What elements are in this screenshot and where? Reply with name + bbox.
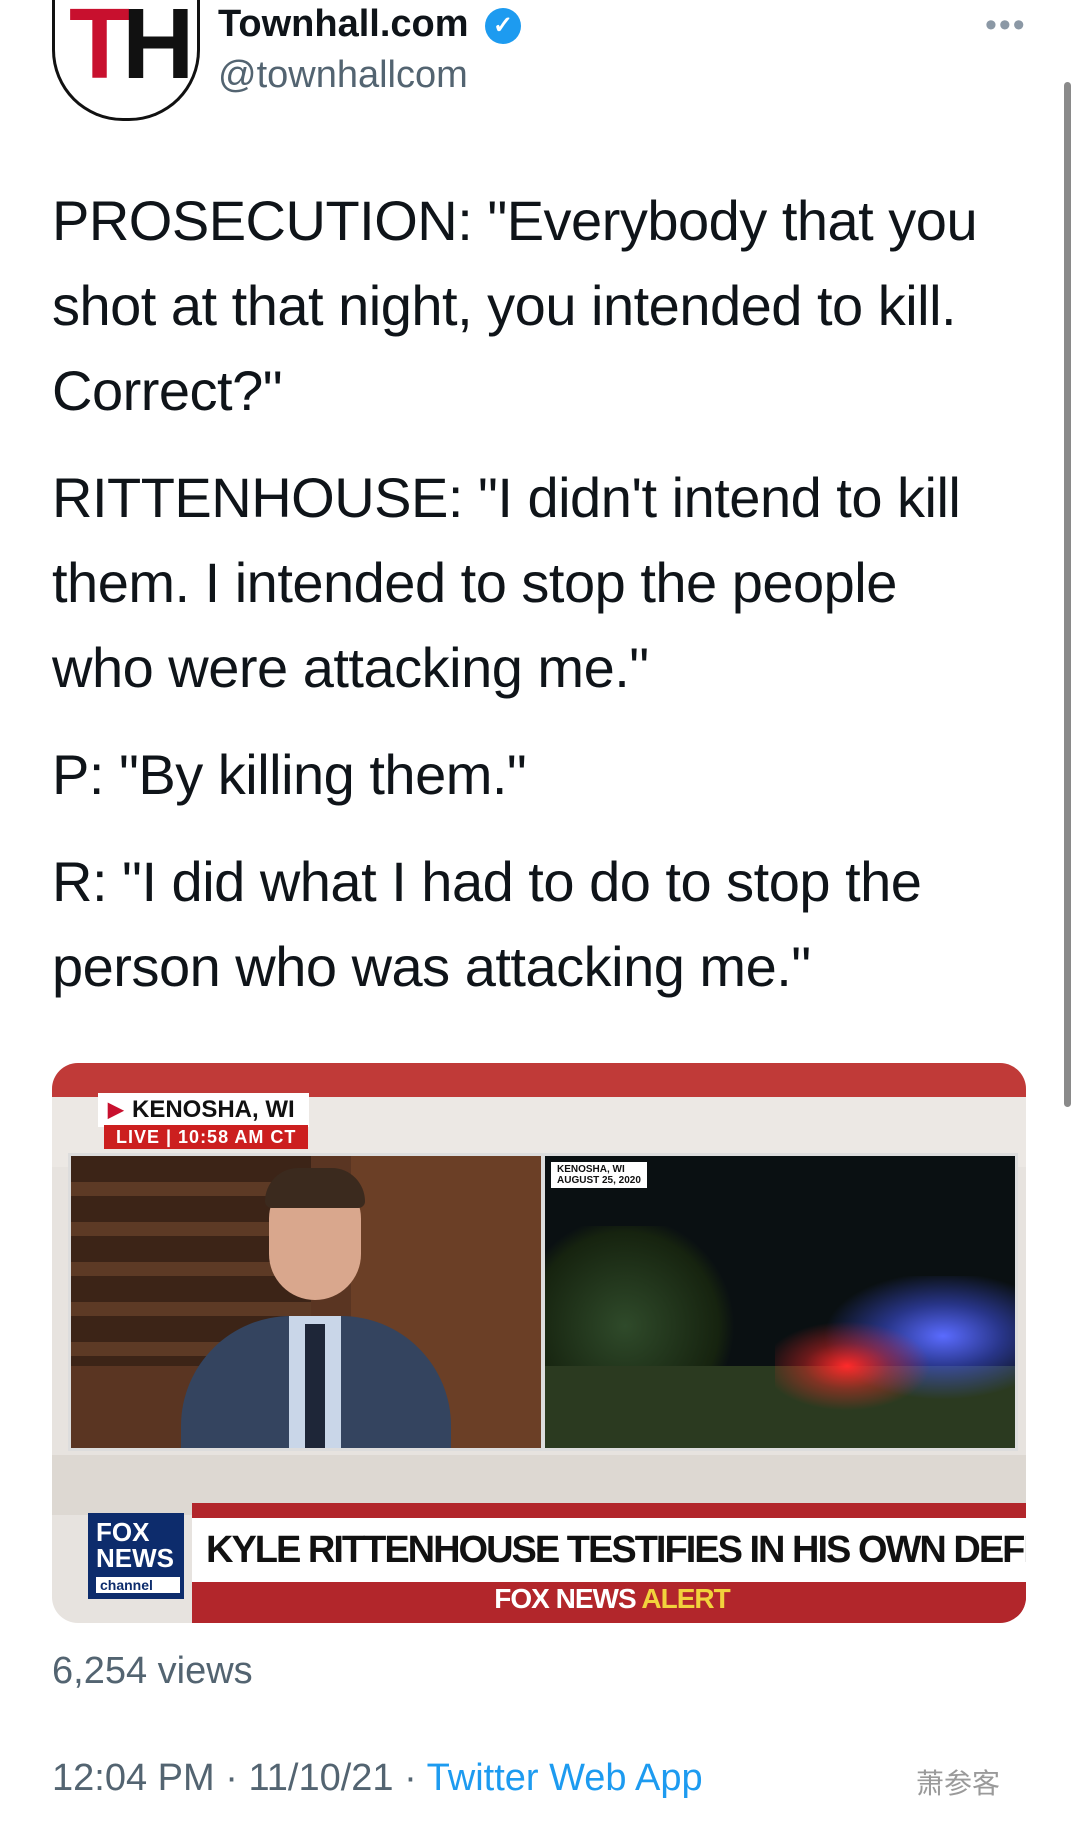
broadcast-top-bar [52, 1063, 1026, 1097]
tweet-text: PROSECUTION: "Everybody that you shot at… [52, 178, 1002, 1031]
speaker-hair [265, 1168, 365, 1208]
meta-separator: · [225, 1757, 238, 1799]
tweet-paragraph: R: "I did what I had to do to stop the p… [52, 850, 922, 998]
tweet-meta: 12:04 PM · 11/10/21 · Twitter Web App [52, 1757, 703, 1800]
alert-suffix: ALERT [641, 1583, 730, 1614]
news-alert-bar: FOX NEWS ALERT [192, 1582, 1026, 1616]
avatar-logo: TH [69, 0, 194, 100]
play-arrow-icon: ▶ [108, 1099, 124, 1121]
tweet-paragraph: PROSECUTION: "Everybody that you shot at… [52, 189, 978, 422]
logo-subtext: channel [96, 1577, 180, 1593]
user-handle[interactable]: @townhallcom [218, 52, 468, 98]
logo-text: FOX NEWS [96, 1517, 174, 1573]
fox-news-logo: FOX NEWS channel [88, 1513, 184, 1599]
verified-badge-icon: ✓ [485, 7, 522, 44]
tweet-video[interactable]: ▶ KENOSHA, WI LIVE | 10:58 AM CT KENOSHA… [52, 1063, 1026, 1623]
location-text: KENOSHA, WI [132, 1096, 295, 1123]
news-headline: KYLE RITTENHOUSE TESTIFIES IN HIS OWN DE… [192, 1518, 1026, 1582]
tweet-time[interactable]: 12:04 PM [52, 1757, 215, 1799]
more-options-icon[interactable]: ••• [985, 6, 1027, 45]
night-footage: KENOSHA, WI AUGUST 25, 2020 [542, 1153, 1018, 1451]
tweet-paragraph: RITTENHOUSE: "I didn't intend to kill th… [52, 466, 961, 699]
live-badge: LIVE | 10:58 AM CT [104, 1125, 309, 1149]
location-tag: ▶ KENOSHA, WI [98, 1093, 309, 1127]
avatar[interactable]: TH [52, 0, 200, 121]
watermark: 萧参客 [916, 1768, 1001, 1799]
display-name[interactable]: Townhall.com ✓ [218, 2, 522, 46]
tweet-date[interactable]: 11/10/21 [248, 1757, 393, 1799]
view-count: 6,254 views [52, 1650, 253, 1692]
meta-separator: · [404, 1757, 417, 1799]
courtroom-feed [68, 1153, 544, 1451]
alert-prefix: FOX NEWS [494, 1583, 636, 1614]
tweet-paragraph: P: "By killing them." [52, 743, 527, 806]
emergency-lights [775, 1276, 1015, 1426]
speaker-tie [305, 1324, 325, 1448]
tweet-source-link[interactable]: Twitter Web App [427, 1757, 703, 1799]
display-name-text: Townhall.com [218, 3, 469, 45]
footage-caption: KENOSHA, WI AUGUST 25, 2020 [551, 1162, 647, 1188]
scrollbar[interactable] [1064, 82, 1071, 1107]
